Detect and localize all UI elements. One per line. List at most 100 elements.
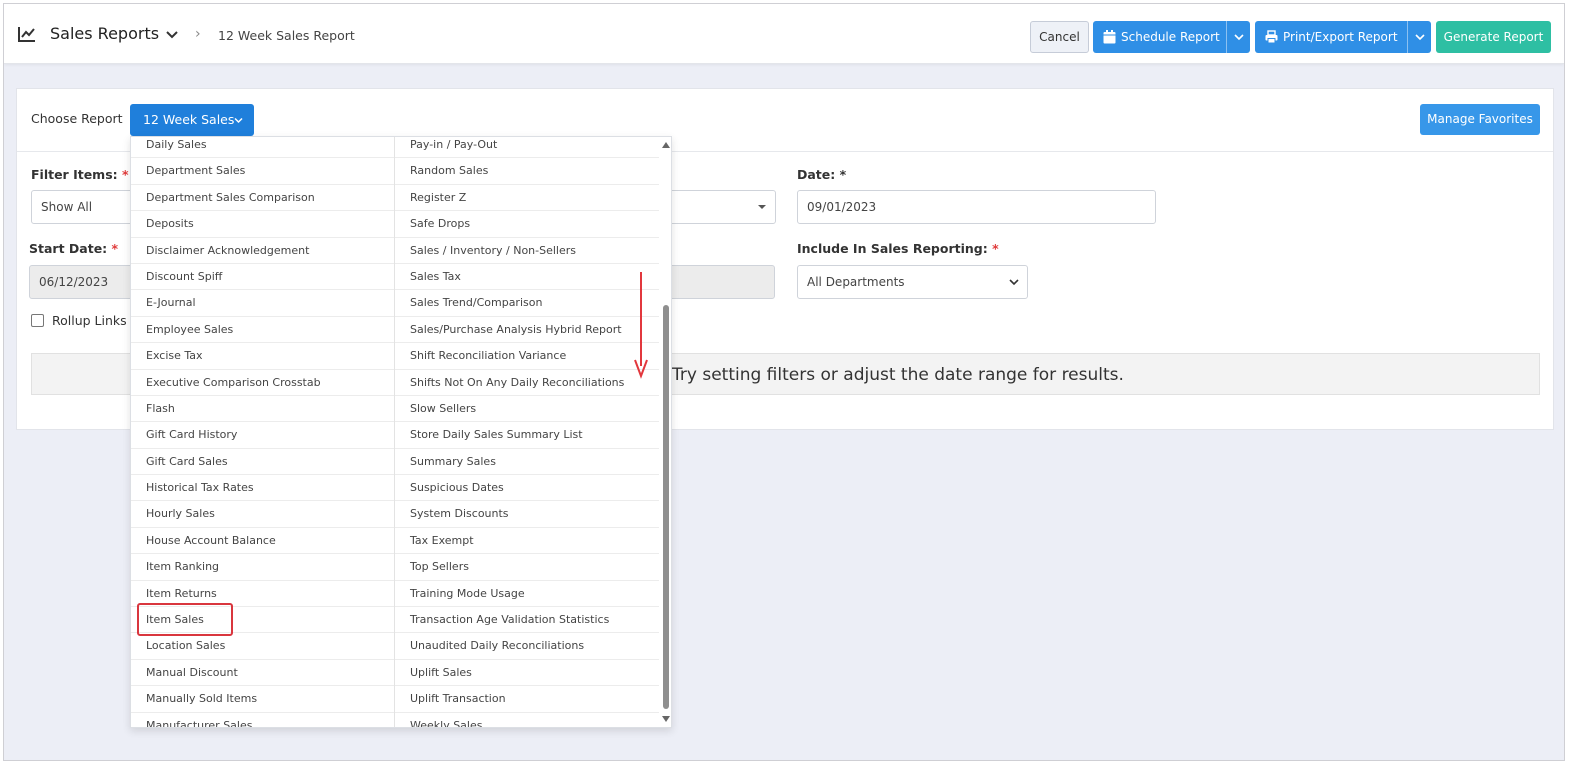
report-option[interactable]: Location Sales (131, 633, 394, 660)
report-option[interactable]: Training Mode Usage (395, 581, 659, 608)
page-title: Sales Reports (50, 24, 160, 43)
report-option[interactable]: Summary Sales (395, 449, 659, 476)
report-option[interactable]: Historical Tax Rates (131, 475, 394, 502)
report-option[interactable]: Sales Trend/Comparison (395, 290, 659, 317)
include-in-sales-select[interactable]: All Departments (797, 265, 1028, 299)
include-in-sales-value: All Departments (807, 275, 905, 289)
chevron-down-icon[interactable] (166, 30, 178, 40)
report-option[interactable]: Weekly Sales (395, 713, 659, 727)
scroll-down-annotation-arrow-icon (634, 272, 648, 379)
report-option[interactable]: Manual Discount (131, 660, 394, 687)
print-dropdown-toggle[interactable] (1407, 21, 1431, 53)
start-date-label-text: Start Date: (29, 241, 108, 256)
required-mark: * (992, 241, 999, 256)
report-option[interactable]: Department Sales Comparison (131, 185, 394, 212)
report-option[interactable]: Unaudited Daily Reconciliations (395, 633, 659, 660)
chevron-down-icon (1415, 34, 1425, 41)
report-option[interactable]: Daily Sales (131, 137, 394, 159)
scrollbar-thumb[interactable] (663, 305, 669, 709)
report-option[interactable]: Random Sales (395, 158, 659, 185)
scroll-up-arrow-icon[interactable] (662, 142, 670, 148)
app-frame: Sales Reports › 12 Week Sales Report Can… (3, 3, 1565, 761)
date-value: 09/01/2023 (807, 200, 877, 214)
manage-favorites-button[interactable]: Manage Favorites (1420, 104, 1540, 135)
report-option[interactable]: Suspicious Dates (395, 475, 659, 502)
filter-items-label-text: Filter Items: (31, 167, 118, 182)
report-options-right-column: Pay-in / Pay-Out Random Sales Register Z Sa… (395, 137, 659, 727)
report-option[interactable]: Shift Reconciliation Variance (395, 343, 659, 370)
report-option[interactable]: Safe Drops (395, 211, 659, 238)
generate-report-button[interactable]: Generate Report (1436, 21, 1551, 53)
print-export-label: Print/Export Report (1283, 30, 1398, 44)
rollup-links-label: Rollup Links (52, 313, 127, 328)
report-option[interactable]: Sales/Purchase Analysis Hybrid Report (395, 317, 659, 344)
report-option[interactable]: Top Sellers (395, 554, 659, 581)
calendar-icon (1103, 30, 1116, 44)
report-option[interactable]: Sales Tax (395, 264, 659, 291)
breadcrumb: 12 Week Sales Report (218, 28, 355, 43)
report-options-left-column: Daily Sales Department Sales Department Sa… (131, 137, 395, 727)
report-option[interactable]: Excise Tax (131, 343, 394, 370)
report-option[interactable]: Gift Card Sales (131, 449, 394, 476)
schedule-dropdown-toggle[interactable] (1226, 21, 1250, 53)
filter-items-value: Show All (41, 200, 93, 214)
dropdown-scrollbar[interactable] (659, 137, 671, 727)
report-option[interactable]: House Account Balance (131, 528, 394, 555)
item-sales-highlight-box (137, 603, 233, 636)
report-option[interactable]: Pay-in / Pay-Out (395, 137, 659, 159)
required-mark: * (111, 241, 119, 256)
caret-down-icon (758, 205, 766, 209)
report-option[interactable]: Executive Comparison Crosstab (131, 370, 394, 396)
report-dropdown-menu: Daily Sales Department Sales Department Sa… (130, 136, 672, 728)
chevron-down-icon (1009, 279, 1019, 286)
required-mark: * (839, 167, 847, 182)
report-select[interactable]: 12 Week Sales (130, 104, 254, 136)
line-chart-icon (18, 27, 35, 42)
empty-results-text: Try setting filters or adjust the date r… (672, 365, 1124, 385)
start-date-value: 06/12/2023 (39, 275, 109, 289)
report-option[interactable]: Slow Sellers (395, 396, 659, 423)
report-option[interactable]: Transaction Age Validation Statistics (395, 607, 659, 634)
report-option[interactable]: Manufacturer Sales (131, 713, 394, 727)
include-in-sales-label-text: Include In Sales Reporting: (797, 241, 988, 256)
filter-items-label: Filter Items: * (31, 167, 129, 182)
cancel-button[interactable]: Cancel (1030, 21, 1089, 53)
report-option[interactable]: Hourly Sales (131, 501, 394, 528)
report-option[interactable]: Item Ranking (131, 554, 394, 581)
schedule-report-label: Schedule Report (1121, 30, 1220, 44)
date-input[interactable]: 09/01/2023 (797, 190, 1156, 224)
report-option[interactable]: Shifts Not On Any Daily Reconciliations (395, 370, 659, 396)
report-option[interactable]: Discount Spiff (131, 264, 394, 291)
report-option[interactable]: Uplift Transaction (395, 686, 659, 713)
report-option[interactable]: Sales / Inventory / Non-Sellers (395, 238, 659, 264)
report-option[interactable]: Flash (131, 396, 394, 423)
top-header: Sales Reports › 12 Week Sales Report Can… (4, 4, 1564, 64)
report-option[interactable]: Deposits (131, 211, 394, 238)
printer-icon (1265, 30, 1278, 44)
report-select-value: 12 Week Sales (143, 112, 235, 127)
report-option[interactable]: Store Daily Sales Summary List (395, 422, 659, 449)
report-option[interactable]: Department Sales (131, 158, 394, 185)
scroll-down-arrow-icon[interactable] (662, 716, 670, 722)
report-option[interactable]: Disclaimer Acknowledgement (131, 238, 394, 264)
report-option[interactable]: Uplift Sales (395, 660, 659, 687)
start-date-label: Start Date: * (29, 241, 118, 256)
required-mark: * (122, 167, 129, 182)
include-in-sales-label: Include In Sales Reporting: * (797, 241, 999, 256)
report-option[interactable]: Tax Exempt (395, 528, 659, 555)
date-label-text: Date: (797, 167, 836, 182)
breadcrumb-separator: › (195, 26, 201, 42)
chevron-down-icon (234, 117, 243, 124)
report-option[interactable]: Employee Sales (131, 317, 394, 344)
date-label: Date: * (797, 167, 846, 182)
schedule-report-button[interactable]: Schedule Report (1093, 21, 1250, 53)
report-option[interactable]: System Discounts (395, 501, 659, 528)
report-option[interactable]: Register Z (395, 185, 659, 212)
rollup-links-checkbox[interactable] (31, 314, 44, 327)
report-option[interactable]: E-Journal (131, 290, 394, 317)
print-export-button[interactable]: Print/Export Report (1255, 21, 1431, 53)
choose-report-label: Choose Report (31, 111, 123, 126)
chevron-down-icon (1234, 34, 1244, 41)
report-option[interactable]: Manually Sold Items (131, 686, 394, 713)
report-option[interactable]: Gift Card History (131, 422, 394, 449)
